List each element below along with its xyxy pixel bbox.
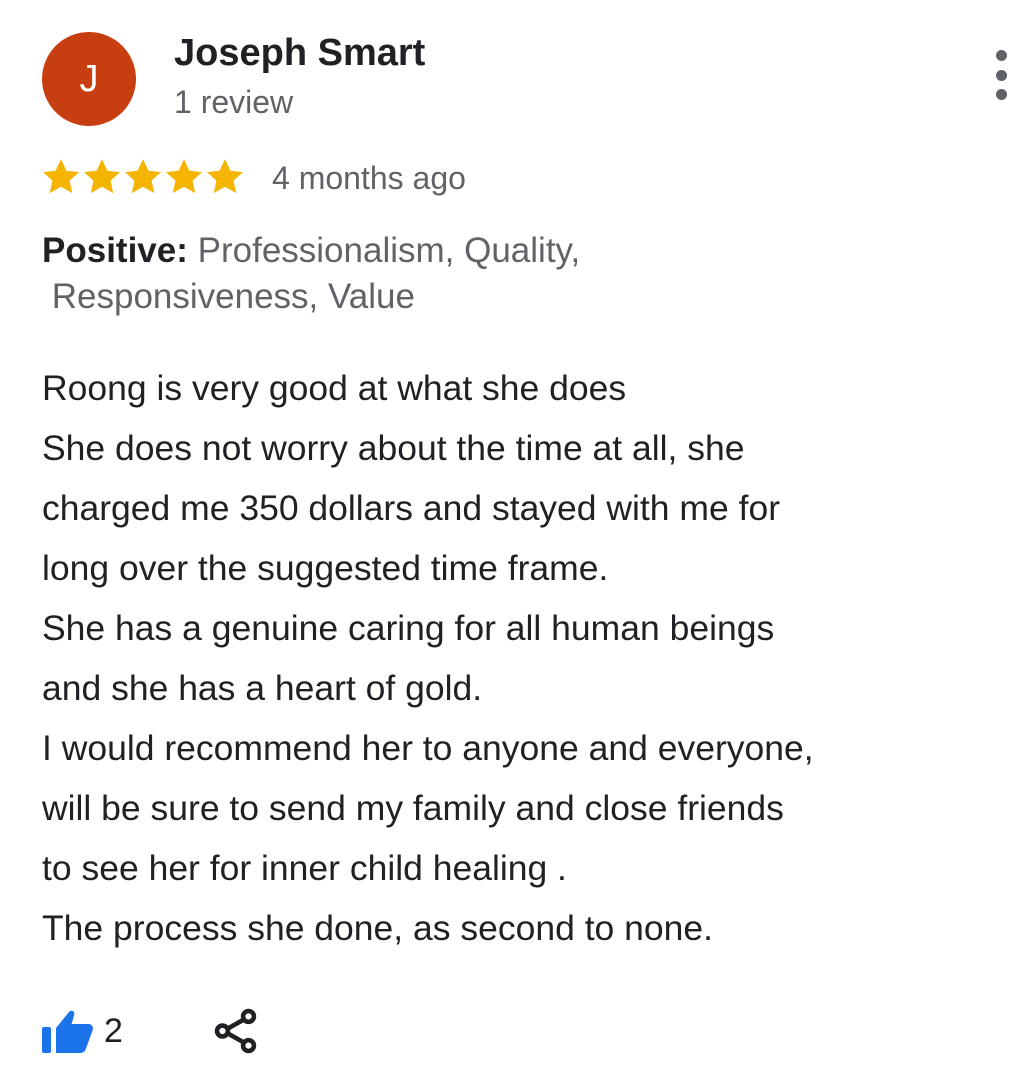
share-icon — [211, 1006, 261, 1056]
star-icon — [122, 156, 164, 198]
review-text-line: The process she done, as second to none. — [42, 908, 713, 948]
review-text: Roong is very good at what she does She … — [42, 358, 1002, 958]
review-text-line: I would recommend her to anyone and ever… — [42, 728, 814, 768]
review-actions: 2 — [40, 1006, 261, 1056]
review-text-line: to see her for inner child healing . — [42, 848, 567, 888]
review-text-line: She has a genuine caring for all human b… — [42, 608, 775, 648]
avatar[interactable]: J — [42, 32, 136, 126]
share-button[interactable] — [211, 1006, 261, 1056]
review-text-line: and she has a heart of gold. — [42, 668, 483, 708]
review-text-line: long over the suggested time frame. — [42, 548, 609, 588]
review-time: 4 months ago — [272, 160, 466, 196]
star-icon — [163, 156, 205, 198]
like-button[interactable]: 2 — [40, 1007, 123, 1055]
review-count: 1 review — [174, 84, 294, 120]
star-icon — [81, 156, 123, 198]
review-text-line: Roong is very good at what she does — [42, 368, 627, 408]
attributes-values: Responsiveness, Value — [51, 277, 415, 316]
author-name[interactable]: Joseph Smart — [174, 32, 425, 75]
review-text-line: charged me 350 dollars and stayed with m… — [42, 488, 781, 528]
like-count: 2 — [104, 1011, 123, 1050]
review-attributes: Positive: Professionalism, Quality, Resp… — [42, 228, 762, 320]
more-vert-icon-dot — [995, 69, 1007, 81]
review-text-line: She does not worry about the time at all… — [42, 428, 745, 468]
star-rating — [40, 156, 245, 198]
star-icon — [40, 156, 82, 198]
attributes-label: Positive: — [42, 231, 188, 270]
more-vert-icon-dot — [995, 89, 1007, 100]
star-icon — [204, 156, 246, 198]
avatar-initial: J — [79, 57, 99, 100]
more-vert-icon — [995, 50, 1007, 61]
attributes-values: Professionalism, Quality, — [197, 231, 581, 270]
thumbs-up-icon — [40, 1007, 96, 1055]
more-options-button[interactable] — [986, 50, 1016, 100]
review-text-line: will be sure to send my family and close… — [42, 788, 784, 828]
